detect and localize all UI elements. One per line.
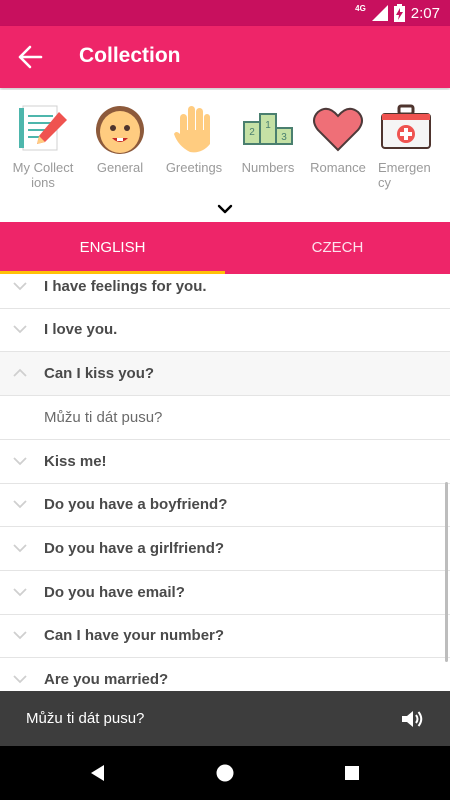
waving-hand-icon — [174, 106, 210, 153]
translation-text: Můžu ti dát pusu? — [44, 409, 163, 426]
smiling-face-icon — [96, 106, 144, 154]
phrase-row[interactable]: Are you married? — [0, 658, 450, 691]
status-bar: 4G 2:07 — [0, 0, 450, 26]
chevron-down-icon — [13, 544, 27, 553]
category-label: Romance — [310, 160, 366, 175]
category-label-line1: Emergen — [378, 160, 431, 175]
phrase-text: Do you have a boyfriend? — [44, 496, 228, 513]
phrase-text: I have feelings for you. — [44, 278, 207, 295]
phrase-row[interactable]: Kiss me! — [0, 440, 450, 484]
tab-english[interactable]: ENGLISH — [0, 222, 225, 274]
system-nav-bar — [0, 746, 450, 800]
podium-icon: 1 2 3 — [243, 113, 293, 145]
phrase-text: Are you married? — [44, 671, 169, 688]
category-emergency[interactable]: Emergen cy — [370, 100, 442, 200]
heart-icon — [313, 107, 363, 152]
phrase-text: Kiss me! — [44, 453, 107, 470]
phrase-row-expanded[interactable]: Can I kiss you? — [0, 352, 450, 396]
now-playing-text: Můžu ti dát pusu? — [26, 710, 145, 727]
network-type: 4G — [355, 3, 366, 13]
speaker-icon[interactable] — [400, 708, 424, 730]
phrase-text: Do you have a girlfriend? — [44, 540, 225, 557]
category-label-line2: cy — [378, 175, 391, 190]
app-bar: Collection — [0, 26, 450, 88]
phrase-row[interactable]: Do you have email? — [0, 571, 450, 615]
chevron-up-icon — [13, 368, 27, 377]
phrase-text: Do you have email? — [44, 584, 185, 601]
chevron-down-icon[interactable] — [216, 202, 234, 216]
category-label: Numbers — [241, 160, 295, 175]
svg-text:1: 1 — [265, 120, 271, 131]
home-circle-icon[interactable] — [215, 763, 235, 783]
svg-text:2: 2 — [249, 127, 255, 138]
category-greetings[interactable]: Greetings — [158, 100, 230, 200]
phrase-text: I love you. — [44, 321, 118, 338]
chevron-down-icon — [13, 631, 27, 640]
scrollbar[interactable] — [445, 482, 448, 662]
svg-text:3: 3 — [281, 132, 287, 143]
tab-czech[interactable]: CZECH — [225, 222, 450, 274]
category-romance[interactable]: Romance — [302, 100, 374, 200]
category-my-collections[interactable]: My Collect ions — [7, 100, 79, 200]
chevron-down-icon — [13, 457, 27, 466]
phrase-text: Can I kiss you? — [44, 365, 155, 382]
chevron-down-icon — [13, 282, 27, 291]
chevron-down-icon — [13, 675, 27, 684]
category-label-line2: ions — [31, 175, 55, 190]
recents-square-icon[interactable] — [342, 763, 362, 783]
category-general[interactable]: General — [84, 100, 156, 200]
first-aid-kit-icon — [381, 104, 431, 149]
language-tabs: ENGLISH CZECH — [0, 222, 450, 274]
category-label: General — [96, 160, 144, 175]
phrase-list: I have feelings for you. I love you. Can… — [0, 274, 450, 691]
audio-player-bar: Můžu ti dát pusu? — [0, 691, 450, 746]
category-strip: My Collect ions General Greetings 1 2 3 … — [0, 90, 450, 220]
phrase-translation[interactable]: Můžu ti dát pusu? — [0, 396, 450, 440]
signal-icon — [371, 5, 388, 21]
phrase-text: Can I have your number? — [44, 627, 225, 644]
phrase-row[interactable]: Do you have a boyfriend? — [0, 483, 450, 527]
category-label-line1: My Collect — [12, 160, 74, 175]
battery-charging-icon — [393, 4, 405, 22]
arrow-back-icon[interactable] — [16, 44, 44, 70]
clock: 2:07 — [410, 4, 440, 22]
phrase-row[interactable]: I love you. — [0, 308, 450, 352]
page-title: Collection — [79, 44, 181, 67]
phrase-row[interactable]: I have feelings for you. — [0, 274, 450, 309]
category-label: Greetings — [165, 160, 223, 175]
phrase-row[interactable]: Can I have your number? — [0, 614, 450, 658]
category-numbers[interactable]: 1 2 3 Numbers — [232, 100, 304, 200]
notebook-pencil-icon — [19, 105, 67, 151]
phrase-row[interactable]: Do you have a girlfriend? — [0, 527, 450, 571]
chevron-down-icon — [13, 500, 27, 509]
chevron-down-icon — [13, 325, 27, 334]
chevron-down-icon — [13, 588, 27, 597]
back-triangle-icon[interactable] — [88, 763, 108, 783]
